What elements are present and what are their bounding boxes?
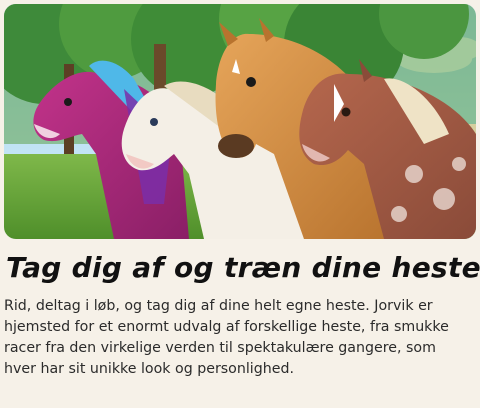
section-title: Tag dig af og træn dine heste [6, 251, 480, 284]
section-description: Rid, deltag i løb, og tag dig af dine he… [4, 298, 449, 377]
feature-card: Tag dig af og træn dine heste Rid, delta… [0, 0, 480, 408]
hero-image [4, 4, 476, 239]
